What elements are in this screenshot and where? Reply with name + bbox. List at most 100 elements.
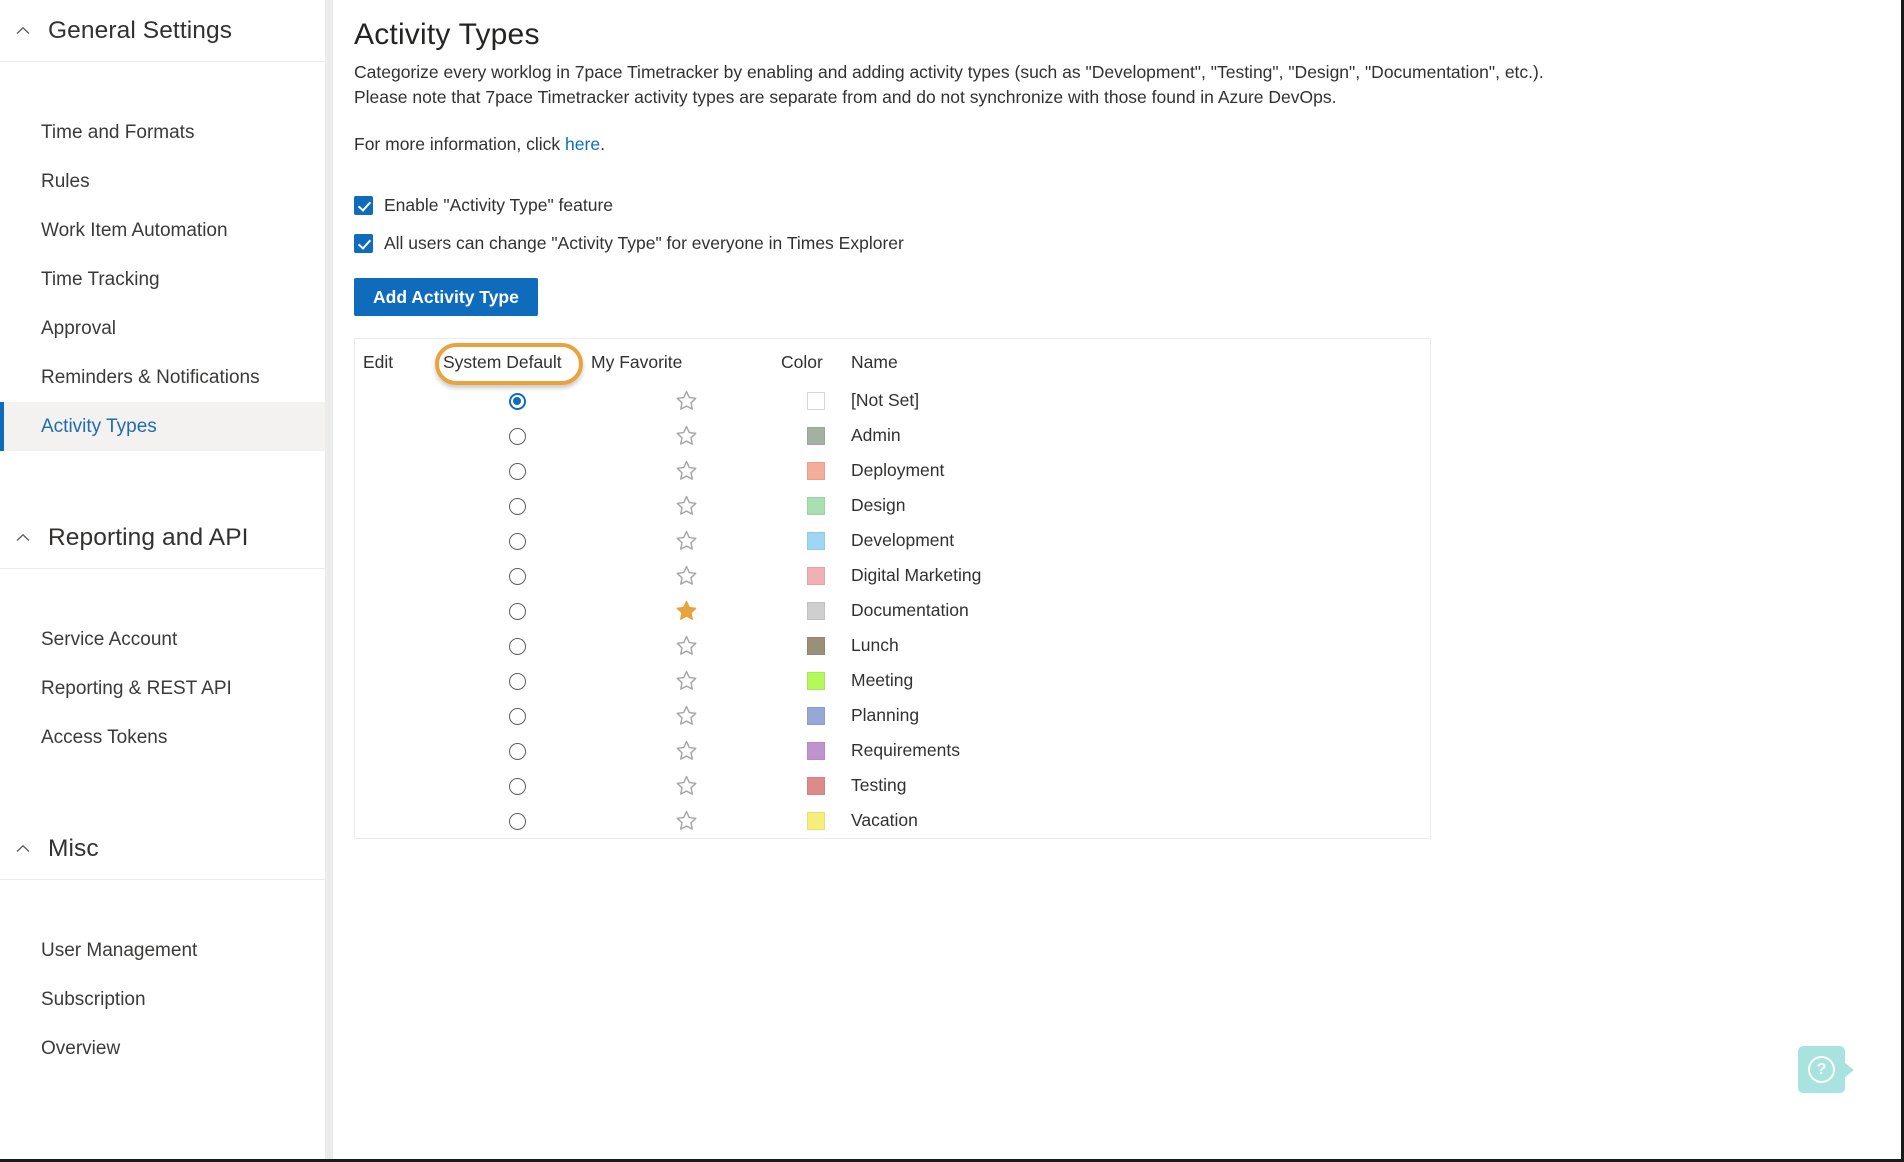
cell-edit[interactable] xyxy=(355,418,443,453)
cell-system-default xyxy=(443,593,591,628)
more-info-suffix: . xyxy=(600,134,605,154)
cell-my-favorite xyxy=(591,523,781,558)
color-swatch[interactable] xyxy=(807,812,825,831)
system-default-radio[interactable] xyxy=(508,672,526,690)
main-content: Activity Types Categorize every worklog … xyxy=(333,0,1901,1159)
color-swatch[interactable] xyxy=(807,742,825,761)
color-swatch[interactable] xyxy=(807,532,825,551)
star-outline-icon[interactable] xyxy=(675,809,698,832)
color-swatch[interactable] xyxy=(807,462,825,481)
chevron-up-icon xyxy=(14,840,32,858)
system-default-radio[interactable] xyxy=(508,427,526,445)
star-outline-icon[interactable] xyxy=(675,739,698,762)
cell-edit[interactable] xyxy=(355,803,443,838)
sidebar-item-reporting-and-rest-api[interactable]: Reporting & REST API xyxy=(0,664,333,713)
activity-type-name: Lunch xyxy=(851,635,899,655)
system-default-radio[interactable] xyxy=(508,532,526,550)
star-outline-icon[interactable] xyxy=(675,774,698,797)
table-row: Design xyxy=(355,488,1430,523)
color-swatch-empty[interactable] xyxy=(807,392,825,411)
star-outline-icon[interactable] xyxy=(675,494,698,517)
cell-my-favorite xyxy=(591,418,781,453)
system-default-radio[interactable] xyxy=(508,392,526,410)
cell-edit[interactable] xyxy=(355,663,443,698)
system-default-radio[interactable] xyxy=(508,637,526,655)
color-swatch[interactable] xyxy=(807,602,825,621)
cell-edit[interactable] xyxy=(355,768,443,803)
sidebar-item-subscription[interactable]: Subscription xyxy=(0,975,333,1024)
cell-edit[interactable] xyxy=(355,558,443,593)
color-swatch[interactable] xyxy=(807,707,825,726)
cell-edit[interactable] xyxy=(355,453,443,488)
sidebar-group-reporting-and-api[interactable]: Reporting and API xyxy=(0,507,333,569)
sidebar-item-overview[interactable]: Overview xyxy=(0,1024,333,1073)
sidebar-group-misc[interactable]: Misc xyxy=(0,818,333,880)
cell-system-default xyxy=(443,663,591,698)
sidebar-item-rules[interactable]: Rules xyxy=(0,157,333,206)
system-default-radio[interactable] xyxy=(508,742,526,760)
star-outline-icon[interactable] xyxy=(675,459,698,482)
sidebar-item-label: User Management xyxy=(41,939,198,961)
settings-sidebar: General Settings Time and Formats Rules … xyxy=(0,0,333,1159)
star-outline-icon[interactable] xyxy=(675,704,698,727)
system-default-radio[interactable] xyxy=(508,707,526,725)
cell-my-favorite xyxy=(591,768,781,803)
system-default-radio[interactable] xyxy=(508,777,526,795)
sidebar-item-label: Rules xyxy=(41,170,90,192)
color-swatch[interactable] xyxy=(807,672,825,691)
sidebar-group-general-settings[interactable]: General Settings xyxy=(0,0,333,62)
star-outline-icon[interactable] xyxy=(675,669,698,692)
sidebar-item-time-tracking[interactable]: Time Tracking xyxy=(0,255,333,304)
cell-edit[interactable] xyxy=(355,523,443,558)
all-users-change-activity-type-checkbox-row[interactable]: All users can change "Activity Type" for… xyxy=(354,224,1901,262)
system-default-radio[interactable] xyxy=(508,567,526,585)
table-row: Lunch xyxy=(355,628,1430,663)
cell-name: Admin xyxy=(851,418,1430,453)
sidebar-item-access-tokens[interactable]: Access Tokens xyxy=(0,713,333,762)
sidebar-item-approval[interactable]: Approval xyxy=(0,304,333,353)
cell-name: Design xyxy=(851,488,1430,523)
color-swatch[interactable] xyxy=(807,427,825,446)
star-filled-icon[interactable] xyxy=(675,599,698,622)
color-swatch[interactable] xyxy=(807,777,825,796)
system-default-radio[interactable] xyxy=(508,462,526,480)
cell-edit[interactable] xyxy=(355,698,443,733)
cell-edit[interactable] xyxy=(355,593,443,628)
cell-edit[interactable] xyxy=(355,488,443,523)
color-swatch[interactable] xyxy=(807,497,825,516)
sidebar-item-user-management[interactable]: User Management xyxy=(0,926,333,975)
add-activity-type-button[interactable]: Add Activity Type xyxy=(354,278,538,316)
cell-color xyxy=(781,698,851,733)
sidebar-group-label: Misc xyxy=(48,834,99,862)
enable-activity-type-checkbox-row[interactable]: Enable "Activity Type" feature xyxy=(354,186,1901,224)
help-widget-button[interactable]: ? xyxy=(1798,1046,1845,1093)
checkbox-checked-icon[interactable] xyxy=(354,195,373,215)
cell-my-favorite xyxy=(591,488,781,523)
star-outline-icon[interactable] xyxy=(675,424,698,447)
activity-type-name: Deployment xyxy=(851,460,945,480)
table-row: Testing xyxy=(355,768,1430,803)
cell-edit[interactable] xyxy=(355,628,443,663)
color-swatch[interactable] xyxy=(807,567,825,586)
table-header: Edit System Default My Favorite Color Na… xyxy=(355,339,1430,383)
system-default-radio[interactable] xyxy=(508,812,526,830)
question-mark-icon: ? xyxy=(1808,1056,1835,1083)
sidebar-item-service-account[interactable]: Service Account xyxy=(0,615,333,664)
checkbox-checked-icon[interactable] xyxy=(354,233,373,253)
star-outline-icon[interactable] xyxy=(675,634,698,657)
star-outline-icon[interactable] xyxy=(675,389,698,412)
color-swatch[interactable] xyxy=(807,637,825,656)
sidebar-item-reminders-and-notifications[interactable]: Reminders & Notifications xyxy=(0,353,333,402)
more-info-prefix: For more information, click xyxy=(354,134,566,154)
sidebar-item-time-and-formats[interactable]: Time and Formats xyxy=(0,108,333,157)
star-outline-icon[interactable] xyxy=(675,564,698,587)
system-default-radio[interactable] xyxy=(508,602,526,620)
sidebar-item-activity-types[interactable]: Activity Types xyxy=(0,402,333,451)
cell-edit[interactable] xyxy=(355,383,443,418)
system-default-radio[interactable] xyxy=(508,497,526,515)
star-outline-icon[interactable] xyxy=(675,529,698,552)
more-info-link[interactable]: here xyxy=(565,134,600,154)
cell-my-favorite xyxy=(591,453,781,488)
sidebar-item-work-item-automation[interactable]: Work Item Automation xyxy=(0,206,333,255)
cell-edit[interactable] xyxy=(355,733,443,768)
